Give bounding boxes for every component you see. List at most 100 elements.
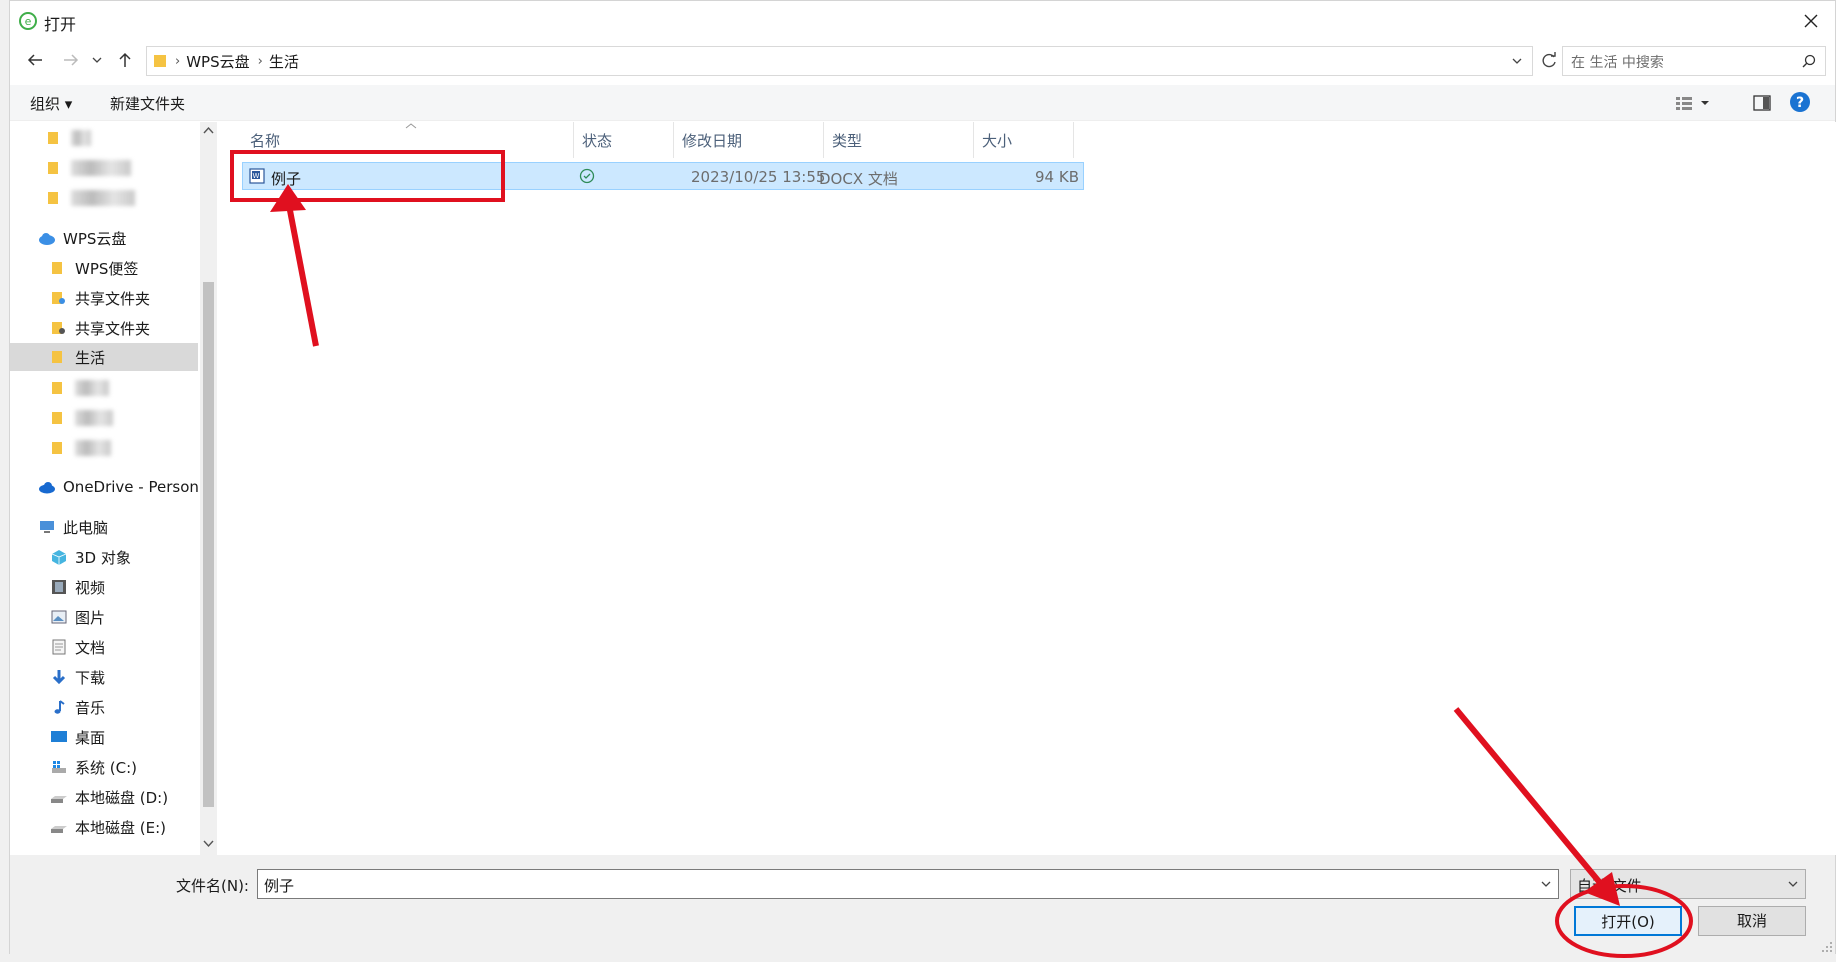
cloud-icon	[39, 233, 55, 245]
download-arrow-icon	[52, 670, 66, 685]
sidebar-item-label: 本地磁盘 (E:)	[75, 818, 167, 837]
sidebar-item-blurred-2[interactable]	[10, 154, 198, 182]
folder-icon	[48, 132, 58, 144]
sidebar-item-blurred-1[interactable]	[10, 124, 198, 152]
sidebar-scrollbar-thumb[interactable]	[203, 282, 214, 807]
title-bar: e 打开	[10, 1, 1835, 41]
blurred-label	[71, 160, 131, 176]
computer-icon	[40, 521, 54, 533]
sidebar-item-life[interactable]: 生活	[10, 343, 198, 371]
folder-icon	[48, 192, 58, 204]
navigation-pane: WPS云盘 WPS便签 共享文件夹 共享文件夹 生活 OneDrive - Pe…	[10, 122, 218, 855]
cancel-button[interactable]: 取消	[1698, 906, 1806, 936]
preview-pane-icon[interactable]	[1752, 93, 1772, 113]
sidebar-item-wps-notes[interactable]: WPS便签	[10, 254, 198, 282]
sidebar-item-pictures[interactable]: 图片	[10, 603, 198, 631]
wps-app-icon: e	[19, 12, 37, 30]
sidebar-item-label: 共享文件夹	[75, 289, 151, 308]
blurred-label	[75, 380, 109, 396]
sidebar-item-label: 本地磁盘 (D:)	[75, 788, 169, 807]
new-folder-button[interactable]: 新建文件夹	[110, 93, 185, 114]
column-header-type[interactable]: 类型	[824, 122, 974, 158]
sidebar-item-this-pc[interactable]: 此电脑	[10, 513, 198, 541]
video-icon	[52, 580, 66, 594]
scroll-up-icon[interactable]	[203, 126, 214, 136]
scroll-down-icon[interactable]	[203, 838, 214, 848]
forward-arrow-icon[interactable]	[60, 49, 82, 71]
sidebar-item-label: OneDrive - Personal	[63, 478, 198, 496]
sidebar-item-blurred-5[interactable]	[10, 404, 198, 432]
music-note-icon	[54, 700, 65, 714]
sidebar-item-shared-folder-2[interactable]: 共享文件夹	[10, 314, 198, 342]
refresh-icon[interactable]	[1538, 50, 1560, 72]
sidebar-scrollbar[interactable]	[200, 122, 217, 855]
organize-button[interactable]: 组织 ▾	[30, 93, 72, 114]
filetype-select[interactable]: 自动 文件	[1570, 869, 1806, 899]
sidebar-item-label: 系统 (C:)	[75, 758, 137, 777]
view-options-icon[interactable]	[1674, 93, 1714, 113]
up-arrow-icon[interactable]	[114, 49, 136, 71]
sidebar-item-shared-folder-1[interactable]: 共享文件夹	[10, 284, 198, 312]
address-bar[interactable]: › WPS云盘 › 生活	[146, 46, 1533, 76]
column-header-size[interactable]: 大小	[974, 122, 1074, 158]
recent-locations-chevron-icon[interactable]	[90, 49, 104, 71]
sidebar-item-drive-e[interactable]: 本地磁盘 (E:)	[10, 813, 198, 841]
open-button[interactable]: 打开(O)	[1574, 906, 1682, 936]
sidebar-item-label: 3D 对象	[75, 548, 131, 567]
breadcrumb-separator-icon: ›	[175, 53, 181, 69]
resize-grip-icon[interactable]	[1821, 941, 1833, 953]
sidebar-item-drive-c[interactable]: 系统 (C:)	[10, 753, 198, 781]
sidebar-item-label: 音乐	[75, 698, 106, 717]
sidebar-item-label: 共享文件夹	[75, 319, 151, 338]
filename-history-chevron-icon[interactable]	[1540, 878, 1552, 890]
back-arrow-icon[interactable]	[24, 49, 46, 71]
window-title: 打开	[44, 15, 77, 34]
sidebar-item-label: WPS云盘	[63, 229, 127, 248]
file-type: DOCX 文档	[819, 170, 898, 188]
sidebar-item-label: WPS便签	[75, 259, 139, 278]
sidebar-item-onedrive[interactable]: OneDrive - Personal	[10, 473, 198, 501]
sidebar-item-3d-objects[interactable]: 3D 对象	[10, 543, 198, 571]
search-icon[interactable]	[1801, 53, 1817, 69]
help-icon[interactable]: ?	[1788, 90, 1812, 114]
close-icon[interactable]	[1799, 9, 1823, 33]
breadcrumb-wps-cloud[interactable]: WPS云盘	[186, 51, 249, 72]
sidebar-item-drive-d[interactable]: 本地磁盘 (D:)	[10, 783, 198, 811]
search-input[interactable]: 在 生活 中搜索	[1562, 46, 1826, 76]
folder-icon	[52, 412, 62, 424]
sidebar-item-videos[interactable]: 视频	[10, 573, 198, 601]
dialog-footer: 文件名(N): 例子 自动 文件 打开(O) 取消	[10, 855, 1835, 955]
folder-icon	[52, 351, 62, 363]
sidebar-item-label: 视频	[75, 578, 106, 597]
documents-icon	[52, 639, 66, 655]
file-name: 例子	[271, 170, 302, 188]
sidebar-item-blurred-4[interactable]	[10, 374, 198, 402]
sidebar-item-downloads[interactable]: 下载	[10, 663, 198, 691]
filetype-chevron-icon[interactable]	[1787, 878, 1799, 890]
blurred-label	[71, 190, 135, 206]
word-document-icon: W	[249, 168, 265, 184]
sidebar-item-blurred-6[interactable]	[10, 434, 198, 462]
sidebar-item-label: 此电脑	[63, 518, 109, 537]
sidebar-item-wps-cloud[interactable]: WPS云盘	[10, 224, 198, 252]
folder-icon	[154, 55, 166, 67]
address-dropdown-icon[interactable]	[1510, 54, 1524, 68]
svg-text:?: ?	[1796, 95, 1804, 111]
svg-text:e: e	[25, 15, 32, 28]
sidebar-item-label: 文档	[75, 638, 106, 657]
column-header-name[interactable]: 名称	[242, 122, 574, 158]
breadcrumb-life[interactable]: 生活	[269, 51, 299, 72]
filename-label: 文件名(N):	[176, 877, 249, 895]
sidebar-item-music[interactable]: 音乐	[10, 693, 198, 721]
file-row[interactable]: W 例子 2023/10/25 13:55 DOCX 文档 94 KB	[242, 162, 1084, 190]
sidebar-item-documents[interactable]: 文档	[10, 633, 198, 661]
sidebar-item-blurred-3[interactable]	[10, 184, 198, 212]
search-placeholder: 在 生活 中搜索	[1571, 55, 1664, 71]
sidebar-item-desktop[interactable]: 桌面	[10, 723, 198, 751]
filename-input[interactable]: 例子	[257, 869, 1559, 899]
column-header-modified[interactable]: 修改日期	[674, 122, 824, 158]
blurred-label	[71, 130, 91, 146]
column-header-status[interactable]: 状态	[574, 122, 674, 158]
onedrive-cloud-icon	[39, 482, 55, 494]
file-modified: 2023/10/25 13:55	[691, 168, 826, 186]
